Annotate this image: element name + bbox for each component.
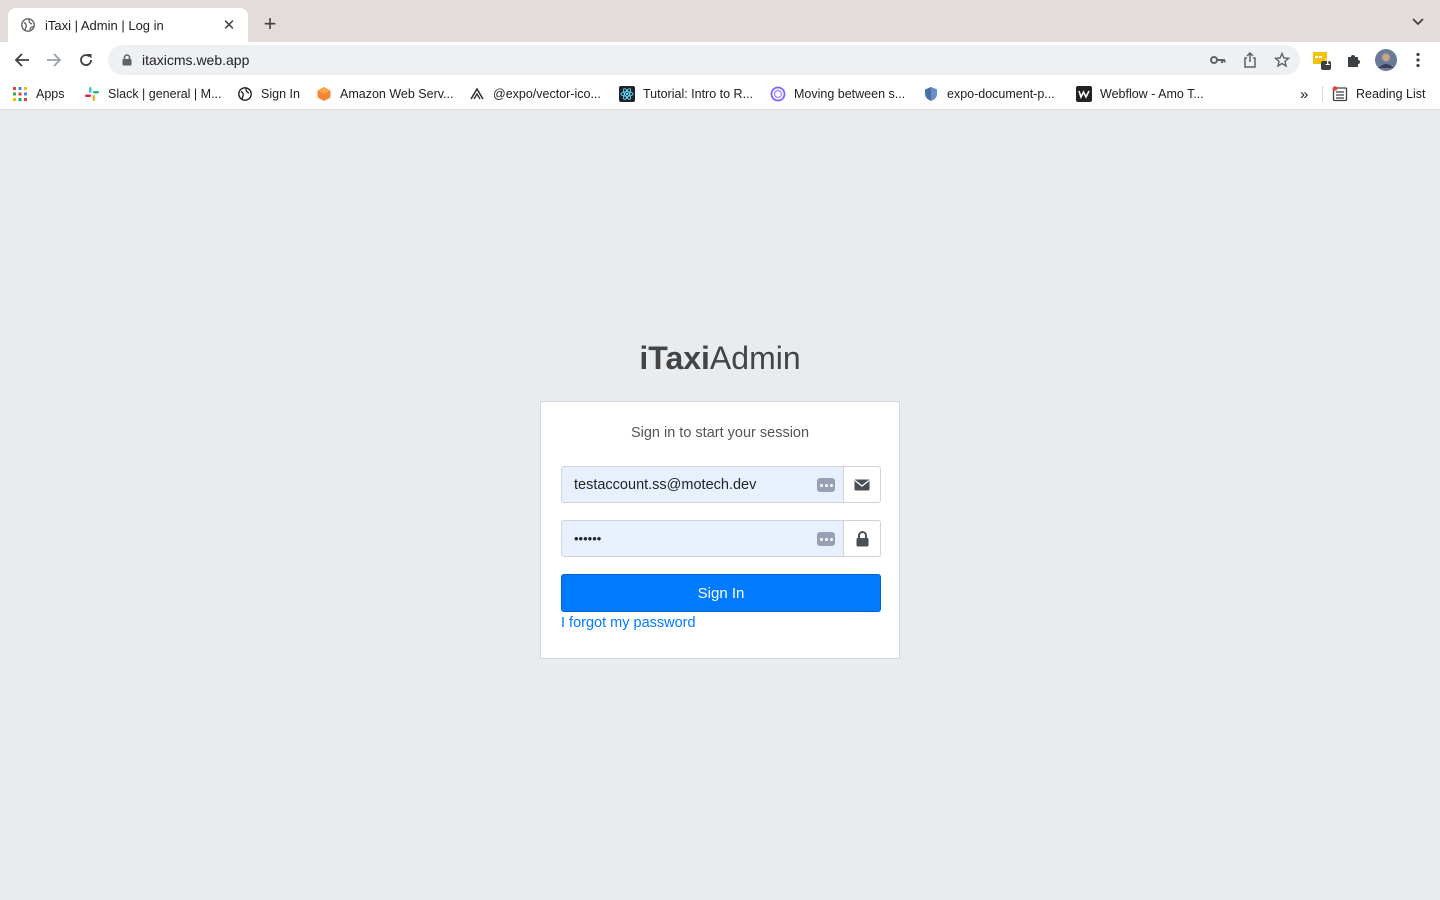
- address-bar[interactable]: itaxicms.web.app: [108, 45, 1300, 75]
- logo-light-text: Admin: [709, 340, 801, 376]
- bookmark-react-tutorial[interactable]: Tutorial: Intro to R...: [619, 84, 753, 104]
- password-value: ••••••: [574, 531, 602, 546]
- lock-icon: [843, 520, 881, 557]
- password-field[interactable]: ••••••: [561, 520, 843, 557]
- bookmark-aws[interactable]: Amazon Web Serv...: [316, 84, 453, 104]
- star-icon[interactable]: [1270, 48, 1294, 72]
- bookmarks-bar: Apps Slack | general | M... Sign In Amaz…: [0, 78, 1440, 110]
- extension-badge-icon[interactable]: 1: [1310, 48, 1334, 72]
- bookmark-expo-document[interactable]: expo-document-p...: [923, 84, 1055, 104]
- url-text: itaxicms.web.app: [142, 52, 250, 68]
- bookmark-label: Tutorial: Intro to R...: [643, 87, 753, 101]
- reading-list-label: Reading List: [1356, 87, 1426, 101]
- bookmark-label: Sign In: [261, 87, 300, 101]
- bookmark-label: expo-document-p...: [947, 87, 1055, 101]
- reading-list-icon: [1332, 86, 1348, 102]
- tab-title: iTaxi | Admin | Log in: [45, 17, 164, 33]
- bookmark-apps[interactable]: Apps: [12, 84, 65, 104]
- envelope-icon: [843, 466, 881, 503]
- reading-list-button[interactable]: Reading List: [1332, 84, 1426, 104]
- bookmark-label: Webflow - Amo T...: [1100, 87, 1204, 101]
- bookmark-webflow[interactable]: Webflow - Amo T...: [1076, 84, 1204, 104]
- bookmarks-divider: [1322, 86, 1323, 102]
- bookmarks-overflow-button[interactable]: »: [1300, 84, 1308, 104]
- login-card: Sign in to start your session testaccoun…: [540, 401, 900, 659]
- bookmark-sign-in[interactable]: Sign In: [237, 84, 300, 104]
- expo-icon: [469, 86, 485, 102]
- avatar[interactable]: [1374, 48, 1398, 72]
- bookmark-label: @expo/vector-ico...: [493, 87, 601, 101]
- bookmark-moving-between[interactable]: Moving between s...: [770, 84, 905, 104]
- lock-icon[interactable]: [120, 53, 134, 67]
- globe-icon: [237, 86, 253, 102]
- circle-icon: [770, 86, 786, 102]
- bookmark-expo-vector[interactable]: @expo/vector-ico...: [469, 84, 601, 104]
- extension-badge-count: 1: [1325, 57, 1331, 67]
- forgot-password-link[interactable]: I forgot my password: [561, 615, 696, 631]
- key-icon[interactable]: [1206, 48, 1230, 72]
- close-tab-icon[interactable]: ✕: [220, 16, 238, 34]
- forward-arrow-icon[interactable]: [42, 48, 66, 72]
- app-logo: iTaxiAdmin: [540, 340, 900, 377]
- browser-toolbar: itaxicms.web.app 1: [0, 42, 1440, 78]
- login-box-message: Sign in to start your session: [630, 425, 810, 441]
- apps-grid-icon: [12, 86, 28, 102]
- globe-icon: [20, 17, 36, 33]
- puzzle-icon[interactable]: [1342, 48, 1366, 72]
- bookmark-label: Apps: [36, 87, 65, 101]
- reload-icon[interactable]: [74, 48, 98, 72]
- sign-in-button[interactable]: Sign In: [561, 574, 881, 612]
- logo-bold-text: iTaxi: [639, 340, 710, 376]
- share-icon[interactable]: [1238, 48, 1262, 72]
- password-input-group: ••••••: [561, 520, 881, 557]
- email-input-group: testaccount.ss@motech.dev: [561, 466, 881, 503]
- chevron-down-icon[interactable]: [1410, 14, 1426, 30]
- webflow-icon: [1076, 86, 1092, 102]
- shield-icon: [923, 86, 939, 102]
- slack-icon: [84, 86, 100, 102]
- email-field[interactable]: testaccount.ss@motech.dev: [561, 466, 843, 503]
- back-arrow-icon[interactable]: [10, 48, 34, 72]
- tab-strip: iTaxi | Admin | Log in ✕ +: [0, 0, 1440, 42]
- bookmark-slack[interactable]: Slack | general | M...: [84, 84, 221, 104]
- browser-tab[interactable]: iTaxi | Admin | Log in ✕: [8, 8, 248, 42]
- bookmark-label: Slack | general | M...: [108, 87, 222, 101]
- email-value: testaccount.ss@motech.dev: [574, 476, 757, 493]
- aws-icon: [316, 86, 332, 102]
- bookmark-label: Moving between s...: [794, 87, 906, 101]
- bookmark-label: Amazon Web Serv...: [340, 87, 454, 101]
- password-manager-icon[interactable]: [817, 532, 835, 546]
- react-icon: [619, 86, 635, 102]
- password-manager-icon[interactable]: [817, 478, 835, 492]
- new-tab-button[interactable]: +: [258, 12, 282, 36]
- kebab-menu-icon[interactable]: [1406, 48, 1430, 72]
